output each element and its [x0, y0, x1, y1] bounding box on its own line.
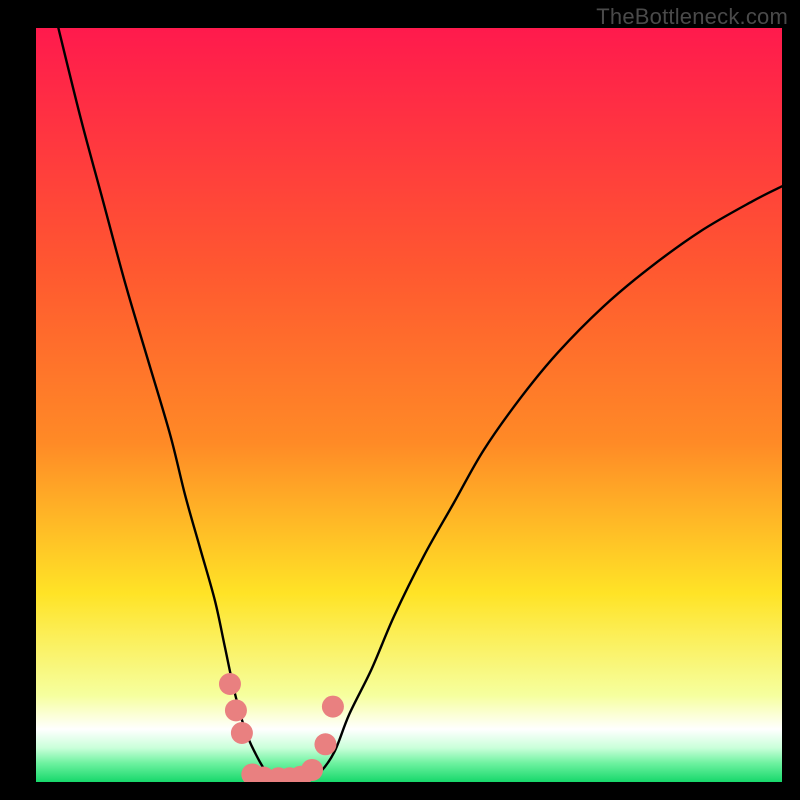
bottleneck-chart [0, 0, 800, 800]
markers-left-marker [225, 699, 247, 721]
plot-background [36, 28, 782, 782]
markers-right-marker [314, 733, 336, 755]
markers-left-marker [219, 673, 241, 695]
markers-right-marker [322, 696, 344, 718]
chart-container: TheBottleneck.com [0, 0, 800, 800]
markers-floor-marker [301, 759, 323, 781]
markers-left-marker [231, 722, 253, 744]
watermark-text: TheBottleneck.com [596, 4, 788, 30]
